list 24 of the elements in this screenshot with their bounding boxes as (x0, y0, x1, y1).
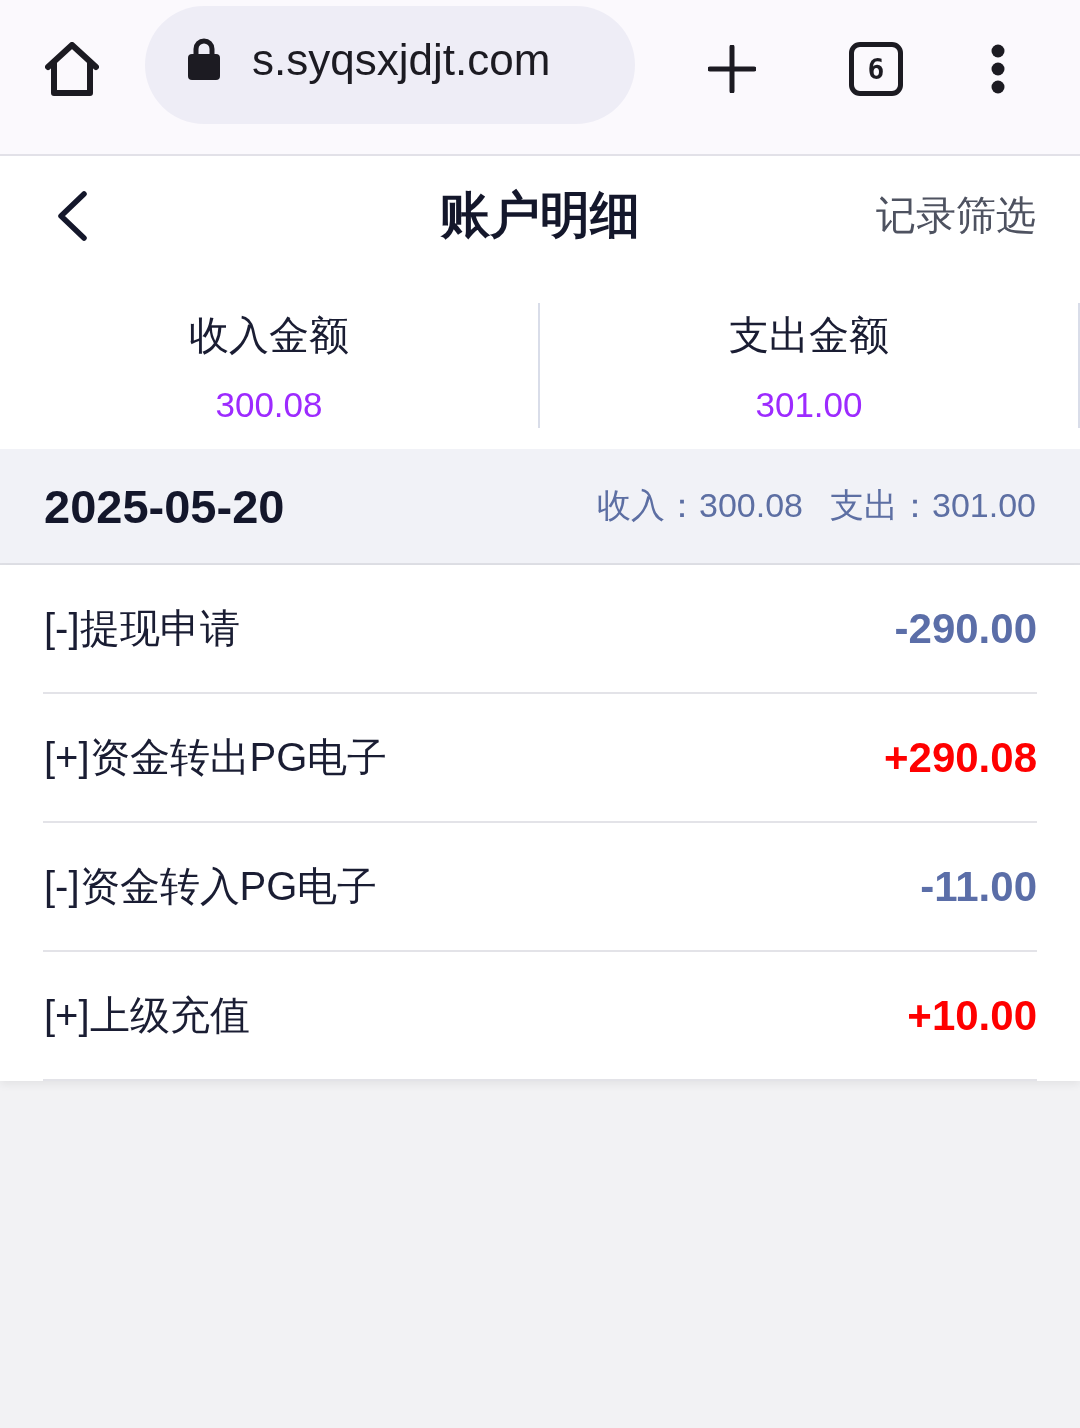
record-amount: +10.00 (907, 991, 1037, 1040)
summary-amount: 300.08 (215, 384, 323, 426)
menu-icon[interactable] (991, 44, 1005, 94)
back-icon[interactable] (56, 190, 88, 241)
summary-label: 收入金额 (189, 312, 349, 359)
day-total: 支出：301.00 (830, 485, 1036, 526)
filter-link[interactable]: 记录筛选 (876, 188, 1036, 243)
record-amount: -290.00 (894, 604, 1037, 653)
date-text: 2025-05-20 (44, 478, 285, 534)
record-title: [-]资金转入PG电子 (44, 863, 378, 910)
summary-amount: 301.00 (755, 384, 863, 426)
tab-count-button[interactable]: 6 (849, 42, 903, 96)
record-title: [-]提现申请 (44, 605, 240, 652)
record-amount: -11.00 (920, 862, 1037, 911)
record-title: [+]上级充值 (44, 992, 250, 1039)
page-title: 账户明细 (440, 186, 640, 245)
summary-label: 支出金额 (729, 312, 889, 359)
day-total: 收入：300.08 (597, 485, 803, 526)
record-title: [+]资金转出PG电子 (44, 734, 388, 781)
record-amount: +290.08 (884, 733, 1037, 782)
new-tab-icon[interactable] (708, 45, 756, 93)
lock-icon (188, 38, 220, 80)
home-icon[interactable] (45, 42, 99, 96)
address-bar[interactable]: s.syqsxjdjt.com (145, 6, 635, 124)
